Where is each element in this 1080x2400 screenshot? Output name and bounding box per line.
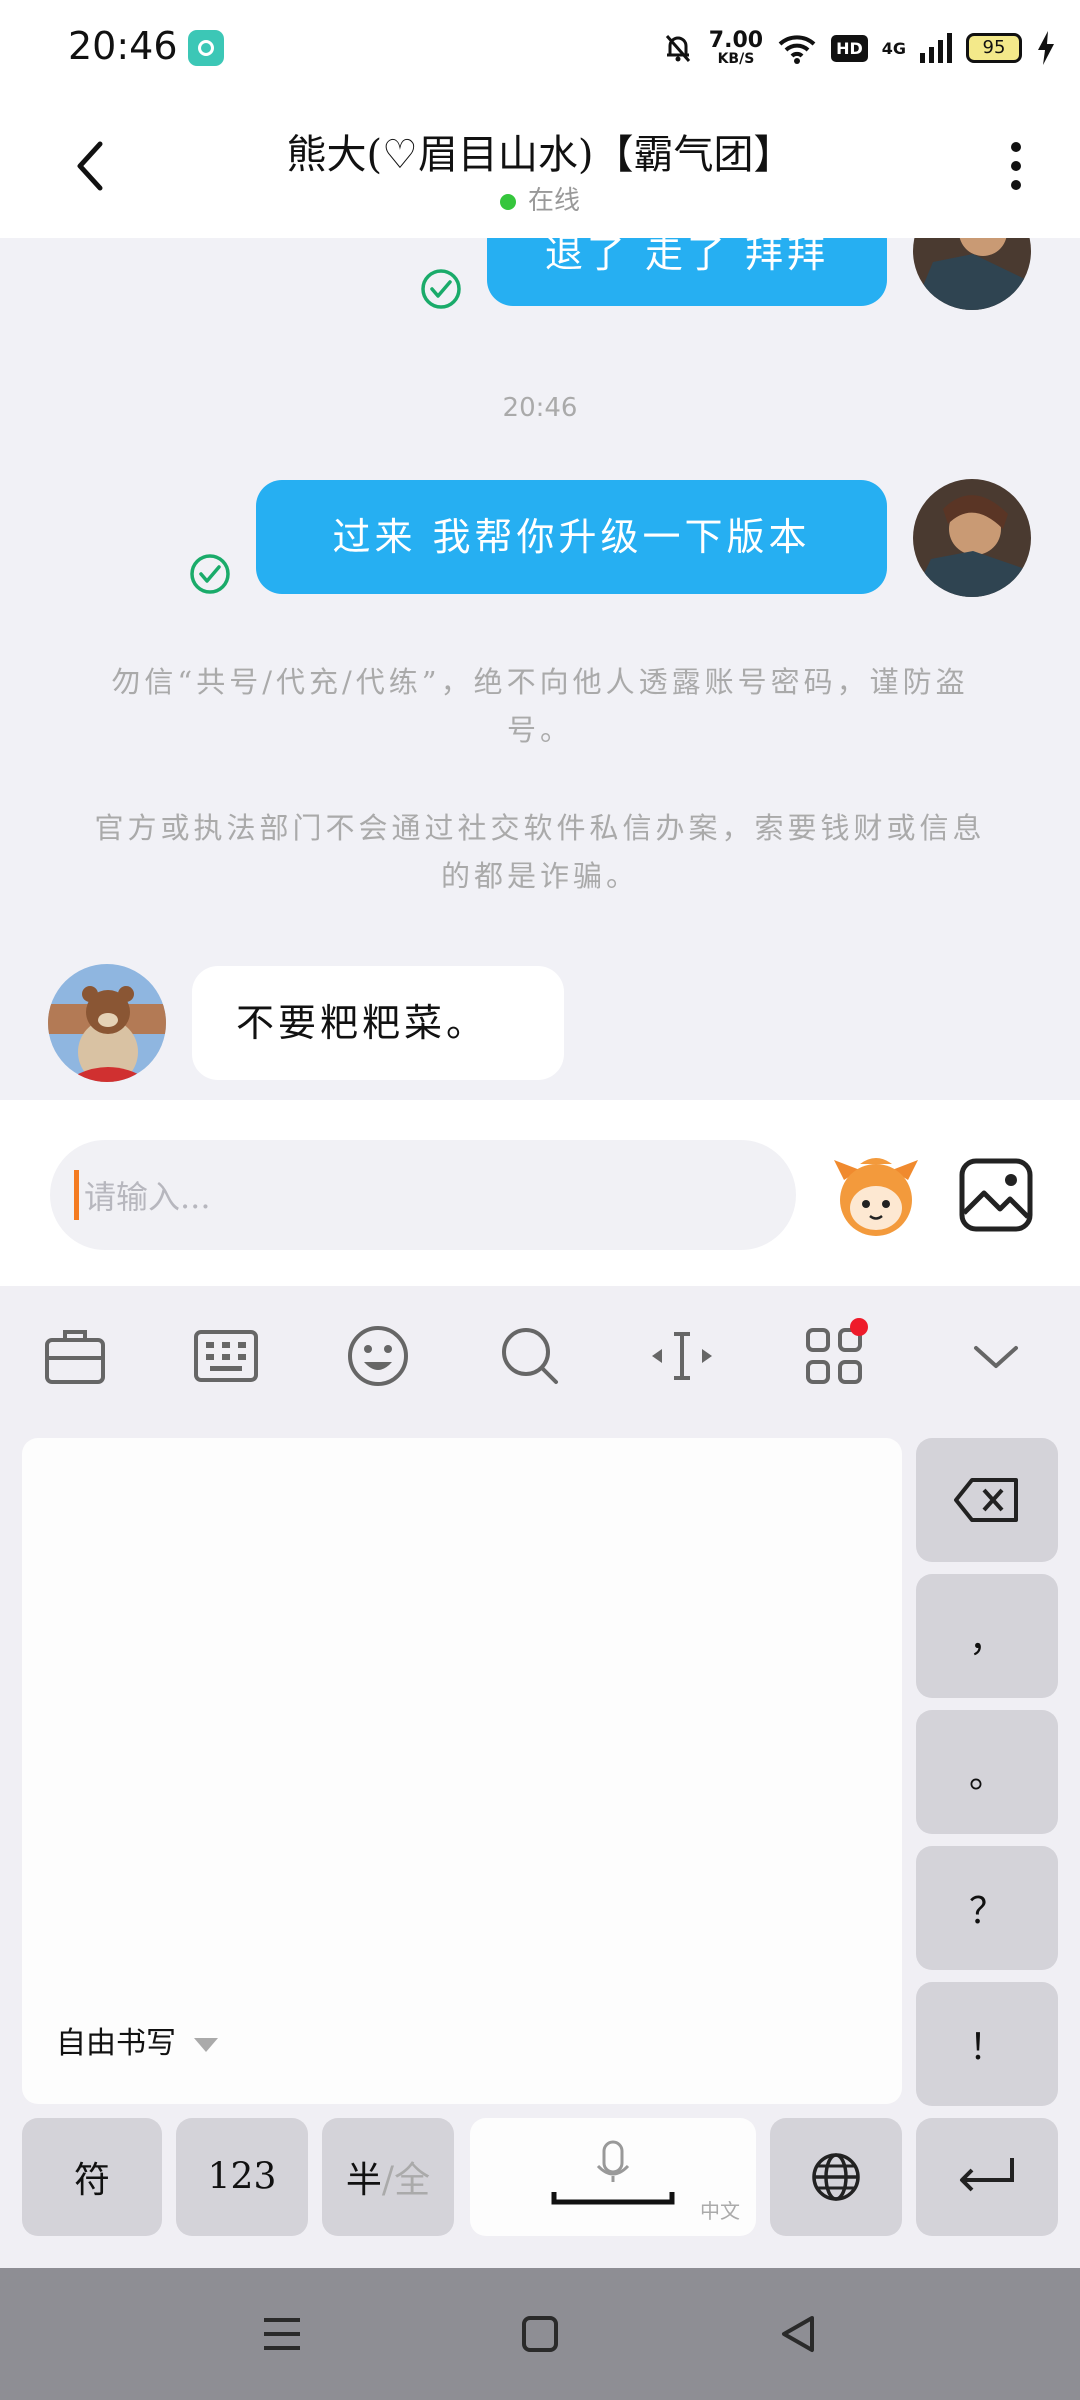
- contact-name[interactable]: 熊大(♡眉目山水)【霸气团】: [170, 122, 910, 180]
- notification-badge: [850, 1318, 868, 1336]
- dropdown-triangle-icon: [194, 2038, 218, 2052]
- status-icons: 7.00 KB/S HD 4G 95: [661, 22, 1056, 74]
- charging-icon: [1038, 31, 1054, 65]
- globe-icon: [812, 2153, 860, 2201]
- read-check-icon: [190, 554, 230, 594]
- network-type: 4G: [881, 38, 906, 58]
- message-bubble-in[interactable]: 不要粑粑菜。: [192, 966, 564, 1080]
- space-key[interactable]: 中文: [470, 2118, 756, 2236]
- half-width-label: 半: [345, 2160, 382, 2201]
- image-picker-icon[interactable]: [956, 1155, 1036, 1235]
- input-placeholder: 请输入...: [84, 1178, 211, 1216]
- notification-app-icon: [188, 30, 224, 66]
- handwriting-pad[interactable]: 自由书写: [22, 1438, 902, 2104]
- numbers-key[interactable]: 123: [176, 2118, 308, 2236]
- key-label: ？: [968, 1891, 1005, 1932]
- battery-indicator: 95: [966, 33, 1022, 63]
- language-switch-key[interactable]: [770, 2118, 902, 2236]
- exclamation-key[interactable]: ！: [916, 1982, 1058, 2106]
- read-check-icon: [421, 269, 461, 309]
- input-bar: 请输入...: [0, 1100, 1080, 1286]
- message-input[interactable]: 请输入...: [50, 1140, 796, 1250]
- key-label: 符: [73, 2160, 110, 2201]
- net-speed-unit: KB/S: [717, 51, 755, 67]
- key-label: ，: [968, 1619, 1005, 1660]
- signal-icon: [920, 33, 952, 63]
- safety-notice: 勿信“共号/代充/代练”，绝不向他人透露账号密码，谨防盗号。: [111, 665, 969, 747]
- online-dot-icon: [499, 193, 516, 210]
- menu-icon[interactable]: [254, 2306, 310, 2362]
- my-avatar[interactable]: [913, 238, 1031, 310]
- mute-bell-icon: [665, 35, 690, 62]
- question-key[interactable]: ？: [916, 1846, 1058, 1970]
- message-bubble-out[interactable]: 过来 我帮你升级一下版本: [256, 480, 887, 594]
- status-time: 20:46: [68, 24, 178, 68]
- handwriting-mode-selector[interactable]: 自由书写: [56, 2018, 218, 2062]
- search-icon[interactable]: [490, 1316, 570, 1396]
- collapse-keyboard-icon[interactable]: [956, 1316, 1036, 1396]
- symbols-key[interactable]: 符: [22, 2118, 162, 2236]
- space-sub-label: 中文: [700, 2199, 740, 2223]
- system-nav-bar: [0, 2268, 1080, 2400]
- message-timestamp: 20:46: [502, 393, 578, 423]
- home-icon[interactable]: [512, 2306, 568, 2362]
- net-speed-value: 7.00: [708, 28, 764, 53]
- text-caret: [74, 1170, 79, 1220]
- mascot-sticker-icon[interactable]: [830, 1150, 922, 1242]
- backspace-key[interactable]: [916, 1438, 1058, 1562]
- safety-notice: 官方或执法部门不会通过社交软件私信办案，索要钱财或信息的都是诈骗。: [94, 811, 986, 893]
- key-label: 半/全: [345, 2160, 431, 2201]
- back-triangle-icon[interactable]: [770, 2306, 826, 2362]
- more-options-icon[interactable]: [996, 136, 1036, 196]
- ime-keyboard: 自由书写 ， 。 ？ ！ 符 123 半/全 中文: [0, 1286, 1080, 2268]
- key-label: 。: [968, 1755, 1005, 1796]
- net-speed: 7.00 KB/S: [708, 28, 764, 67]
- clipboard-icon[interactable]: [35, 1316, 115, 1396]
- half-full-width-key[interactable]: 半/全: [322, 2118, 454, 2236]
- period-key[interactable]: 。: [916, 1710, 1058, 1834]
- chat-messages[interactable]: 退了 走了 拜拜 20:46 过来 我帮你升级一下版本 勿信“共号/代充/代练”…: [0, 238, 1080, 1100]
- full-width-label: 全: [394, 2160, 431, 2201]
- contact-avatar[interactable]: [48, 964, 166, 1082]
- microphone-icon: [551, 2140, 675, 2205]
- comma-key[interactable]: ，: [916, 1574, 1058, 1698]
- cursor-icon[interactable]: [642, 1316, 722, 1396]
- my-avatar[interactable]: [913, 479, 1031, 597]
- keyboard-icon[interactable]: [186, 1316, 266, 1396]
- wifi-icon: [778, 35, 816, 64]
- status-bar: 20:46 7.00 KB/S HD 4G 95: [0, 0, 1080, 96]
- enter-key[interactable]: [916, 2118, 1058, 2236]
- online-status: 在线: [0, 180, 1080, 217]
- key-label: 123: [207, 2156, 277, 2198]
- chat-header: 熊大(♡眉目山水)【霸气团】 在线: [0, 96, 1080, 238]
- message-bubble-out[interactable]: 退了 走了 拜拜: [487, 238, 887, 306]
- apps-icon[interactable]: [794, 1316, 874, 1396]
- enter-icon: [960, 2158, 1014, 2192]
- handwriting-mode-label: 自由书写: [56, 2026, 176, 2061]
- emoji-icon[interactable]: [338, 1316, 418, 1396]
- key-label: ！: [968, 2027, 1005, 2068]
- online-status-label: 在线: [527, 186, 580, 216]
- hd-badge: HD: [831, 34, 868, 62]
